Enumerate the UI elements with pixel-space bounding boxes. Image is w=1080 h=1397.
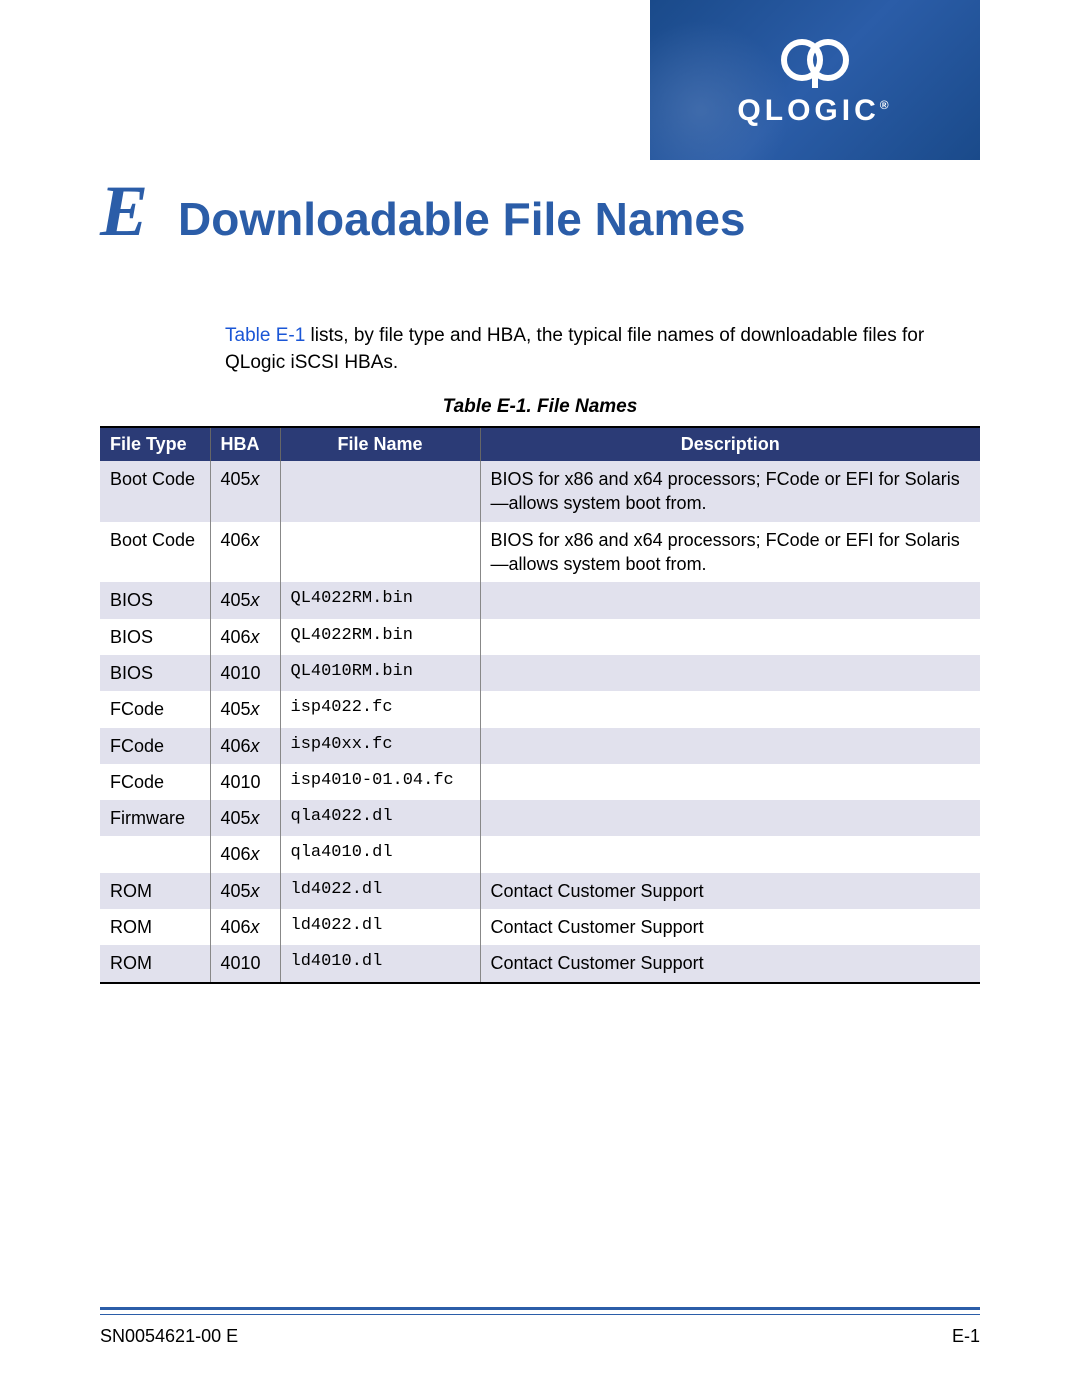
page-title: Downloadable File Names (178, 192, 745, 246)
header-filetype: File Type (100, 427, 210, 461)
cell-filename: qla4010.dl (280, 836, 480, 872)
cell-description (480, 800, 980, 836)
cell-filename: ld4022.dl (280, 909, 480, 945)
cell-hba: 4010 (210, 945, 280, 982)
cell-filename (280, 522, 480, 583)
table-row: FCode405xisp4022.fc (100, 691, 980, 727)
footer-rule (100, 1307, 980, 1315)
footer-page-number: E-1 (952, 1326, 980, 1347)
cell-hba: 4010 (210, 655, 280, 691)
table-row: ROM406xld4022.dlContact Customer Support (100, 909, 980, 945)
cell-filetype: BIOS (100, 655, 210, 691)
cell-filetype: FCode (100, 691, 210, 727)
table-row: Firmware405xqla4022.dl (100, 800, 980, 836)
cell-description (480, 764, 980, 800)
cell-hba: 405x (210, 873, 280, 909)
table-row: ROM4010ld4010.dlContact Customer Support (100, 945, 980, 982)
cell-filetype: BIOS (100, 619, 210, 655)
cell-description (480, 691, 980, 727)
cell-filename: QL4022RM.bin (280, 619, 480, 655)
footer: SN0054621-00 E E-1 (100, 1326, 980, 1347)
cell-filename: isp40xx.fc (280, 728, 480, 764)
table-row: ROM405xld4022.dlContact Customer Support (100, 873, 980, 909)
cell-description (480, 836, 980, 872)
table-header-row: File Type HBA File Name Description (100, 427, 980, 461)
table-row: 406xqla4010.dl (100, 836, 980, 872)
file-names-table: File Type HBA File Name Description Boot… (100, 426, 980, 983)
cell-filename: isp4010-01.04.fc (280, 764, 480, 800)
brand-name-text: QLOGIC (737, 94, 879, 127)
cell-description: BIOS for x86 and x64 processors; FCode o… (480, 461, 980, 522)
cell-filetype (100, 836, 210, 872)
cell-hba: 406x (210, 909, 280, 945)
cell-filename: QL4022RM.bin (280, 582, 480, 618)
cell-description: Contact Customer Support (480, 945, 980, 982)
intro-paragraph: Table E-1 lists, by file type and HBA, t… (225, 323, 980, 376)
cell-filetype: Boot Code (100, 461, 210, 522)
cell-description (480, 655, 980, 691)
cell-filetype: FCode (100, 728, 210, 764)
cell-hba: 406x (210, 619, 280, 655)
cell-hba: 406x (210, 728, 280, 764)
cell-hba: 405x (210, 582, 280, 618)
cell-filetype: Boot Code (100, 522, 210, 583)
table-row: Boot Code405x BIOS for x86 and x64 proces… (100, 461, 980, 522)
table-caption: Table E-1. File Names (100, 396, 980, 418)
cell-filetype: ROM (100, 945, 210, 982)
table-row: BIOS405xQL4022RM.bin (100, 582, 980, 618)
footer-doc-number: SN0054621-00 E (100, 1326, 238, 1347)
brand-name: QLOGIC® (737, 94, 892, 128)
header-description: Description (480, 427, 980, 461)
intro-text: lists, by file type and HBA, the typical… (225, 325, 924, 373)
registered-mark: ® (880, 98, 893, 112)
cell-description (480, 728, 980, 764)
cell-hba: 405x (210, 800, 280, 836)
cell-description: BIOS for x86 and x64 processors; FCode o… (480, 522, 980, 583)
header-filename: File Name (280, 427, 480, 461)
cell-description (480, 582, 980, 618)
cell-description: Contact Customer Support (480, 909, 980, 945)
qlogic-mark-icon (780, 33, 850, 88)
cell-filename: isp4022.fc (280, 691, 480, 727)
cell-hba: 405x (210, 691, 280, 727)
cell-hba: 405x (210, 461, 280, 522)
table-row: BIOS4010QL4010RM.bin (100, 655, 980, 691)
cell-filetype: FCode (100, 764, 210, 800)
cell-description (480, 619, 980, 655)
cell-filename: ld4010.dl (280, 945, 480, 982)
cell-filename: QL4010RM.bin (280, 655, 480, 691)
table-row: BIOS406xQL4022RM.bin (100, 619, 980, 655)
table-row: FCode4010isp4010-01.04.fc (100, 764, 980, 800)
cell-filetype: BIOS (100, 582, 210, 618)
cell-hba: 406x (210, 522, 280, 583)
cell-description: Contact Customer Support (480, 873, 980, 909)
cell-filename: qla4022.dl (280, 800, 480, 836)
cell-filename: ld4022.dl (280, 873, 480, 909)
cell-filetype: ROM (100, 909, 210, 945)
cell-hba: 406x (210, 836, 280, 872)
cell-filename (280, 461, 480, 522)
header-hba: HBA (210, 427, 280, 461)
cell-filetype: Firmware (100, 800, 210, 836)
cell-filetype: ROM (100, 873, 210, 909)
table-row: FCode406xisp40xx.fc (100, 728, 980, 764)
brand-logo-block: QLOGIC® (650, 0, 980, 160)
appendix-letter: E (100, 170, 148, 253)
table-row: Boot Code406x BIOS for x86 and x64 proces… (100, 522, 980, 583)
table-reference-link[interactable]: Table E-1 (225, 325, 305, 346)
cell-hba: 4010 (210, 764, 280, 800)
